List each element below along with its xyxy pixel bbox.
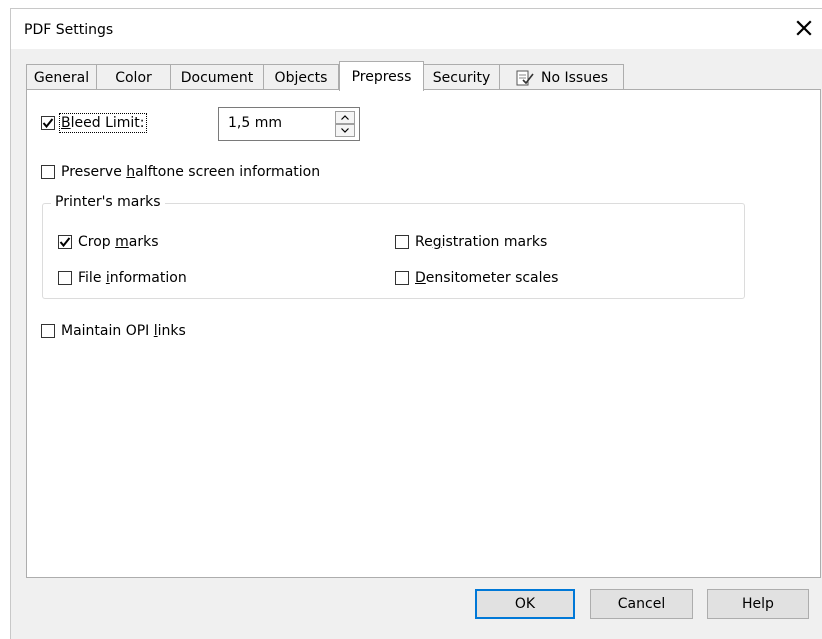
help-button[interactable]: Help: [707, 589, 809, 619]
tab-security[interactable]: Security: [423, 64, 500, 90]
checkmark-icon: [42, 118, 54, 129]
checkbox-box: [41, 116, 55, 130]
bleed-limit-spinbox[interactable]: 1,5 mm: [218, 107, 360, 141]
no-issues-icon: [516, 70, 534, 85]
tab-no-issues[interactable]: No Issues: [499, 64, 624, 90]
checkbox-box: [395, 271, 409, 285]
chevron-up-icon: [341, 115, 349, 120]
densitometer-scales-checkbox[interactable]: Densitometer scales: [395, 270, 558, 286]
checkbox-box: [58, 235, 72, 249]
checkbox-box: [58, 271, 72, 285]
dialog-title: PDF Settings: [24, 22, 114, 38]
checkbox-box: [41, 324, 55, 338]
bleed-limit-label: Bleed Limit:: [59, 113, 147, 133]
checkbox-box: [41, 165, 55, 179]
checkbox-box: [395, 235, 409, 249]
cancel-button[interactable]: Cancel: [590, 589, 693, 619]
pdf-settings-dialog: PDF Settings General Color Document Obje…: [10, 8, 822, 639]
registration-marks-label: Registration marks: [415, 234, 548, 250]
tab-prepress[interactable]: Prepress: [339, 61, 424, 91]
tab-strip: General Color Document Objects Prepress …: [26, 61, 821, 91]
densitometer-scales-label: Densitometer scales: [415, 270, 559, 286]
tab-color[interactable]: Color: [96, 64, 171, 90]
printers-marks-legend: Printer's marks: [51, 194, 165, 210]
crop-marks-checkbox[interactable]: Crop marks: [58, 234, 159, 250]
close-button[interactable]: [790, 14, 818, 42]
bleed-limit-checkbox[interactable]: Bleed Limit:: [41, 113, 147, 133]
spin-down-button[interactable]: [335, 124, 355, 137]
bleed-limit-value: 1,5 mm: [228, 115, 282, 131]
maintain-opi-links-label: Maintain OPI links: [61, 323, 186, 339]
file-information-label: File information: [78, 270, 187, 286]
tab-general[interactable]: General: [26, 64, 97, 90]
spin-up-button[interactable]: [335, 111, 355, 124]
tab-document[interactable]: Document: [170, 64, 264, 90]
crop-marks-label: Crop marks: [78, 234, 159, 250]
file-information-checkbox[interactable]: File information: [58, 270, 187, 286]
tab-objects[interactable]: Objects: [263, 64, 339, 90]
checkmark-icon: [59, 237, 71, 248]
preserve-halftone-checkbox[interactable]: Preserve halftone screen information: [41, 164, 320, 180]
maintain-opi-links-checkbox[interactable]: Maintain OPI links: [41, 323, 186, 339]
preserve-halftone-label: Preserve halftone screen information: [61, 164, 321, 180]
ok-button[interactable]: OK: [475, 589, 575, 619]
prepress-panel: Bleed Limit: 1,5 mm Preserve halftone sc…: [26, 89, 821, 578]
close-icon: [796, 20, 812, 36]
registration-marks-checkbox[interactable]: Registration marks: [395, 234, 547, 250]
chevron-down-icon: [341, 128, 349, 133]
title-bar: PDF Settings: [11, 9, 822, 49]
printers-marks-group: Printer's marks Crop marks File informat…: [42, 194, 745, 299]
